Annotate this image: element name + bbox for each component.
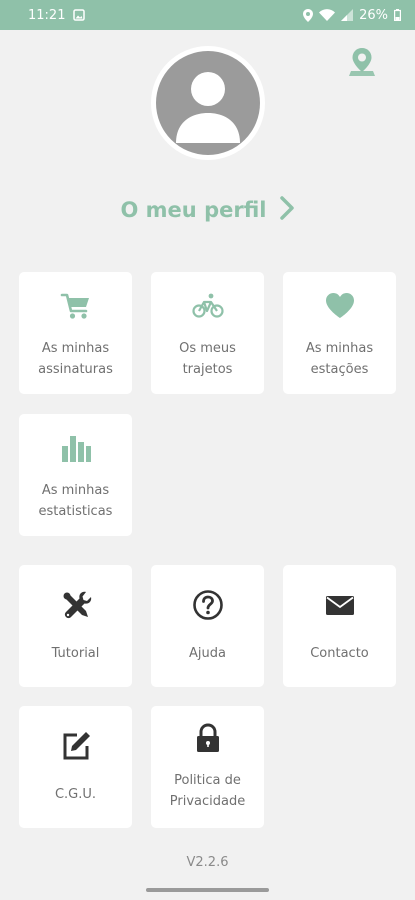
question-icon [151, 589, 264, 621]
my-profile-link[interactable]: O meu perfil [0, 190, 415, 230]
tile-subscriptions-line1: As minhas [41, 341, 110, 356]
tools-icon [19, 589, 132, 621]
lock-icon [151, 722, 264, 754]
user-silhouette-icon [156, 51, 260, 155]
app-version: V2.2.6 [186, 855, 229, 870]
chevron-right-icon [280, 195, 295, 225]
tile-stations-line2: estações [310, 362, 369, 377]
heart-icon [283, 290, 396, 322]
tile-privacy[interactable]: Politica de Privacidade [151, 706, 264, 828]
tile-privacy-line1: Politica de [174, 773, 241, 788]
location-status-icon [303, 8, 314, 22]
tile-tutorial[interactable]: Tutorial [19, 565, 132, 687]
tile-subscriptions[interactable]: As minhas assinaturas [19, 272, 132, 394]
wifi-icon [319, 9, 336, 21]
map-pin-icon[interactable] [348, 46, 376, 78]
edit-icon [19, 730, 132, 762]
tile-privacy-line2: Privacidade [169, 794, 246, 809]
tile-statistics-line2: estatisticas [38, 504, 113, 519]
signal-icon [341, 9, 354, 21]
tile-trips[interactable]: Os meus trajetos [151, 272, 264, 394]
tile-statistics[interactable]: As minhas estatisticas [19, 414, 132, 536]
tile-trips-line1: Os meus [179, 341, 236, 356]
tile-subscriptions-line2: assinaturas [38, 362, 113, 377]
tile-tutorial-label: Tutorial [51, 646, 100, 661]
envelope-icon [283, 589, 396, 621]
tile-contact[interactable]: Contacto [283, 565, 396, 687]
gallery-notification-icon [73, 9, 86, 21]
tile-terms[interactable]: C.G.U. [19, 706, 132, 828]
bar-chart-icon [19, 432, 132, 464]
status-bar: 11:21 26% [0, 0, 415, 30]
bicycle-icon [151, 290, 264, 322]
tile-help[interactable]: Ajuda [151, 565, 264, 687]
tile-contact-label: Contacto [310, 646, 369, 661]
avatar[interactable] [151, 46, 265, 160]
tile-stations[interactable]: As minhas estações [283, 272, 396, 394]
tile-statistics-line1: As minhas [41, 483, 110, 498]
tile-stations-line1: As minhas [305, 341, 374, 356]
tile-help-label: Ajuda [189, 646, 226, 661]
home-gesture-handle[interactable] [146, 888, 269, 892]
status-time: 11:21 [28, 7, 66, 23]
cart-icon [19, 290, 132, 322]
battery-level: 26% [359, 7, 388, 23]
tile-terms-label: C.G.U. [54, 787, 97, 802]
tile-trips-line2: trajetos [182, 362, 233, 377]
battery-icon [394, 9, 401, 21]
my-profile-label: O meu perfil [120, 198, 267, 222]
